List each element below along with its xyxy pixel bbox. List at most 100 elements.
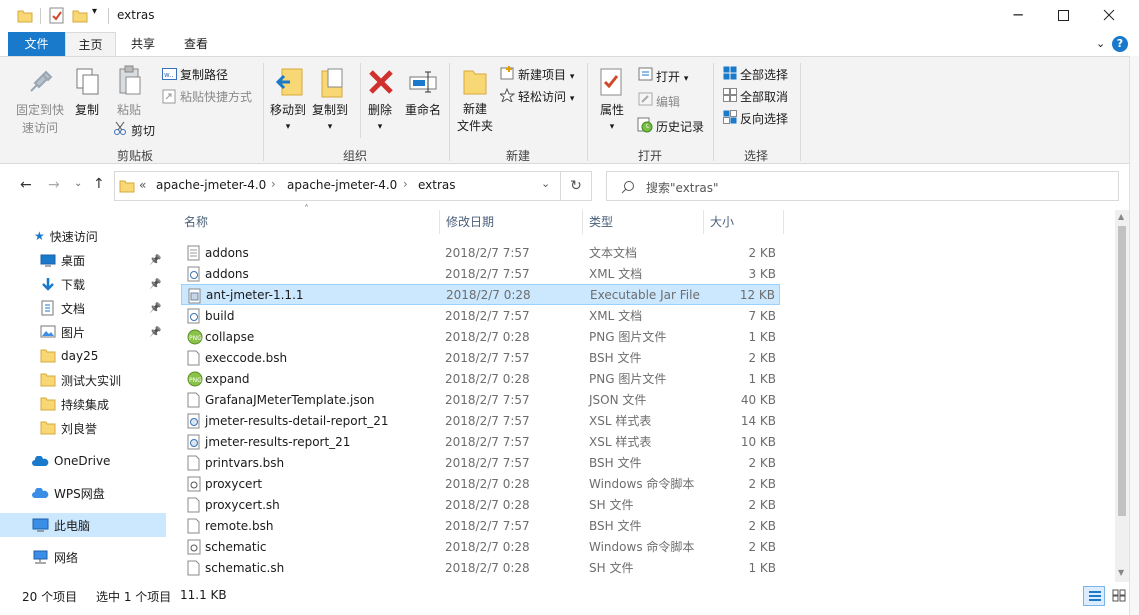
file-row[interactable]: addons 2018/2/7 7:57 XML 文档 3 KB — [181, 263, 780, 284]
file-row[interactable]: addons 2018/2/7 7:57 文本文档 2 KB — [181, 242, 780, 263]
up-arrow-icon[interactable]: ↑ — [93, 176, 105, 192]
breadcrumb-item[interactable]: apache-jmeter-4.0 — [156, 178, 266, 192]
select-none-button[interactable]: 全部取消 — [740, 88, 788, 105]
open-button[interactable]: 打开 ▾ — [656, 68, 688, 85]
column-divider[interactable] — [703, 210, 704, 234]
overflow-chevron[interactable]: « — [139, 178, 146, 192]
file-row[interactable]: printvars.bsh 2018/2/7 7:57 BSH 文件 2 KB — [181, 452, 780, 473]
tab-share[interactable]: 共享 — [120, 32, 166, 56]
column-header-name[interactable]: 名称 — [184, 210, 434, 234]
copy-path-button[interactable]: 复制路径 — [180, 66, 228, 83]
copy-button[interactable]: 复制 — [70, 101, 104, 118]
file-row[interactable]: remote.bsh 2018/2/7 7:57 BSH 文件 2 KB — [181, 515, 780, 536]
file-row[interactable]: PNG collapse 2018/2/7 0:28 PNG 图片文件 1 KB — [181, 326, 780, 347]
search-input[interactable]: 搜索"extras" — [606, 171, 1119, 201]
forward-arrow-icon[interactable]: → — [48, 177, 60, 193]
cut-button[interactable]: 剪切 — [131, 122, 155, 139]
address-bar[interactable]: « apache-jmeter-4.0 › apache-jmeter-4.0 … — [114, 171, 561, 201]
file-name: printvars.bsh — [205, 455, 285, 470]
invert-selection-button[interactable]: 反向选择 — [740, 110, 788, 127]
file-type: SH 文件 — [589, 561, 634, 575]
refresh-button[interactable]: ↻ — [561, 171, 592, 201]
history-button[interactable]: 历史记录 — [656, 118, 704, 135]
move-to-button[interactable]: 移动到 ▾ — [268, 101, 308, 132]
column-divider[interactable] — [582, 210, 583, 234]
folder-icon — [40, 420, 56, 436]
breadcrumb-item[interactable]: extras — [418, 178, 456, 192]
properties-button[interactable]: 属性 ▾ — [594, 101, 630, 132]
select-group-label: 选择 — [743, 149, 768, 163]
file-row[interactable]: jmeter-results-report_21 2018/2/7 7:57 XSL… — [181, 431, 780, 452]
minimize-button[interactable]: ─ — [995, 0, 1041, 30]
tab-home[interactable]: 主页 — [65, 32, 116, 56]
file-date: 2018/2/7 0:28 — [445, 539, 530, 554]
collapse-ribbon-icon[interactable]: ⌄ — [1096, 37, 1105, 50]
new-folder-button[interactable]: 新建 文件夹 — [452, 101, 498, 135]
file-name: collapse — [205, 329, 255, 344]
nav-item[interactable]: 图片 📌 — [0, 320, 166, 344]
pinned-icon[interactable]: 📌 — [149, 327, 161, 338]
recent-locations-icon[interactable]: ⌄ — [74, 178, 82, 189]
column-divider[interactable] — [783, 210, 784, 234]
file-row[interactable]: schematic 2018/2/7 0:28 Windows 命令脚本 2 KB — [181, 536, 780, 557]
address-dropdown-icon[interactable]: ⌄ — [541, 177, 550, 190]
breadcrumb-item[interactable]: apache-jmeter-4.0 — [287, 178, 397, 192]
column-header-type[interactable]: 类型 — [589, 210, 699, 234]
nav-onedrive[interactable]: OneDrive — [0, 449, 166, 473]
pinned-icon[interactable]: 📌 — [149, 303, 161, 314]
delete-button[interactable]: 删除 ▾ — [362, 101, 398, 132]
pinned-icon[interactable]: 📌 — [149, 279, 161, 290]
tab-file[interactable]: 文件 — [8, 32, 65, 56]
maximize-button[interactable] — [1040, 0, 1086, 30]
breadcrumb-separator-icon[interactable]: › — [271, 177, 276, 191]
nav-item[interactable]: 下载 📌 — [0, 272, 166, 296]
nav-wps-drive[interactable]: WPS网盘 — [0, 481, 166, 505]
file-row[interactable]: proxycert 2018/2/7 0:28 Windows 命令脚本 2 KB — [181, 473, 780, 494]
nav-network[interactable]: 网络 — [0, 545, 166, 569]
new-item-button[interactable]: 新建项目 ▾ — [518, 66, 574, 83]
copy-to-button[interactable]: 复制到 ▾ — [310, 101, 350, 132]
rename-button[interactable]: 重命名 — [402, 101, 444, 118]
file-name: build — [205, 308, 235, 323]
file-row[interactable]: schematic.sh 2018/2/7 0:28 SH 文件 1 KB — [181, 557, 780, 578]
nav-item[interactable]: 持续集成 — [0, 392, 166, 416]
file-row[interactable]: execcode.bsh 2018/2/7 7:57 BSH 文件 2 KB — [181, 347, 780, 368]
close-button[interactable] — [1086, 0, 1132, 30]
vertical-scrollbar[interactable]: ▲ ▼ — [1115, 210, 1129, 582]
pinned-icon[interactable]: 📌 — [149, 255, 161, 266]
nav-this-pc[interactable]: 此电脑 — [0, 513, 166, 537]
back-arrow-icon[interactable]: ← — [20, 177, 32, 193]
large-icons-view-button[interactable] — [1108, 586, 1130, 606]
help-icon[interactable]: ? — [1112, 36, 1128, 52]
nav-item[interactable]: 文档 📌 — [0, 296, 166, 320]
nav-item[interactable]: day25 — [0, 344, 166, 368]
select-all-button[interactable]: 全部选择 — [740, 66, 788, 83]
scrollbar-thumb[interactable] — [1118, 226, 1126, 516]
easy-access-button[interactable]: 轻松访问 ▾ — [518, 88, 574, 105]
properties-icon[interactable] — [49, 7, 65, 24]
column-header-size[interactable]: 大小 — [710, 210, 780, 234]
scroll-up-icon[interactable]: ▲ — [1118, 212, 1124, 221]
move-to-icon — [276, 68, 303, 96]
window-title: extras — [117, 8, 155, 22]
file-row[interactable]: build 2018/2/7 7:57 XML 文档 7 KB — [181, 305, 780, 326]
scroll-down-icon[interactable]: ▼ — [1118, 568, 1124, 577]
nav-label: 下载 — [61, 277, 86, 292]
new-folder-icon[interactable] — [72, 8, 88, 24]
breadcrumb-separator-icon[interactable]: › — [403, 177, 408, 191]
details-view-button[interactable] — [1083, 586, 1105, 606]
file-row[interactable]: PNG expand 2018/2/7 0:28 PNG 图片文件 1 KB — [181, 368, 780, 389]
quick-access-dropdown-icon[interactable]: ▾ — [92, 6, 97, 17]
column-header-date[interactable]: 修改日期 — [446, 210, 576, 234]
file-row[interactable]: GrafanaJMeterTemplate.json 2018/2/7 7:57 J… — [181, 389, 780, 410]
nav-item[interactable]: 桌面 📌 — [0, 248, 166, 272]
file-row[interactable]: ant-jmeter-1.1.1 2018/2/7 0:28 Executable … — [181, 284, 780, 305]
file-row[interactable]: jmeter-results-detail-report_21 2018/2/7 … — [181, 410, 780, 431]
nav-item[interactable]: 测试大实训 — [0, 368, 166, 392]
column-divider[interactable] — [439, 210, 440, 234]
paste-icon — [119, 65, 141, 95]
file-row[interactable]: proxycert.sh 2018/2/7 0:28 SH 文件 2 KB — [181, 494, 780, 515]
nav-quick-access[interactable]: ★ 快速访问 — [0, 224, 166, 248]
nav-item[interactable]: 刘良誉 — [0, 416, 166, 440]
tab-view[interactable]: 查看 — [172, 32, 220, 56]
